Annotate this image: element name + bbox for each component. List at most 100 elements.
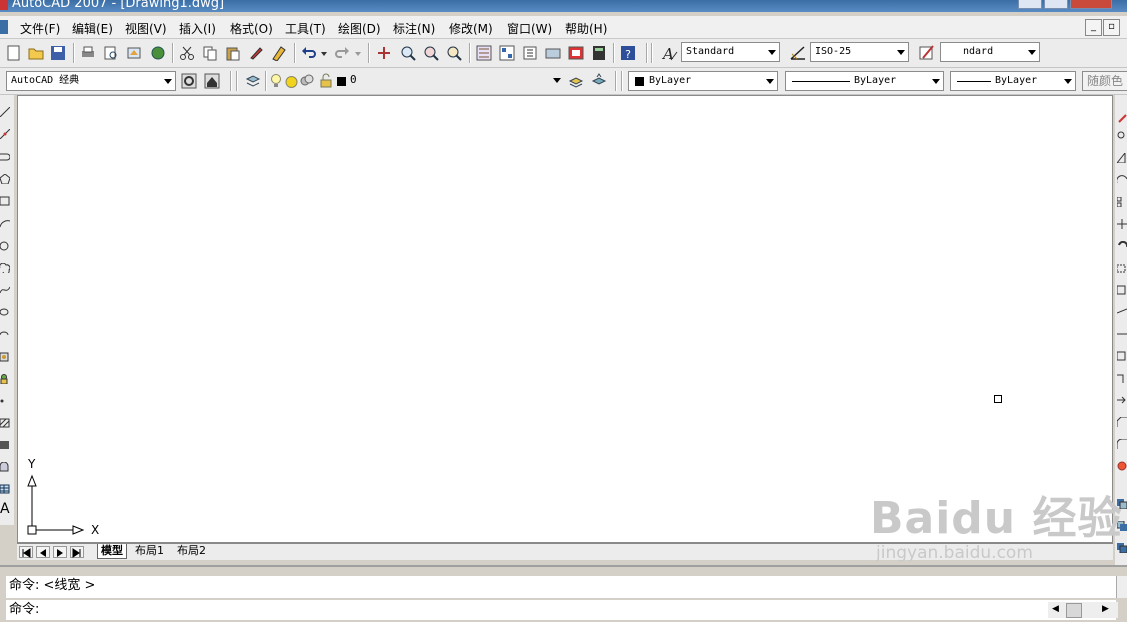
rectangle-icon[interactable]: [0, 196, 10, 206]
dimension-style-icon[interactable]: [789, 44, 807, 62]
next-tab-button[interactable]: [53, 546, 67, 558]
rotate-icon[interactable]: [1117, 241, 1127, 251]
window-close-button[interactable]: [1070, 0, 1112, 9]
print-preview-icon[interactable]: [103, 45, 119, 61]
menu-help[interactable]: 帮助(H): [565, 20, 607, 37]
drawing-canvas[interactable]: Y X: [17, 95, 1113, 543]
ellipse-arc-icon[interactable]: [0, 330, 10, 340]
polyline-icon[interactable]: [0, 152, 10, 162]
paste-icon[interactable]: [225, 45, 241, 61]
erase-icon[interactable]: [1117, 113, 1127, 123]
menu-insert[interactable]: 插入(I): [179, 20, 216, 37]
block-editor-icon[interactable]: [271, 45, 287, 61]
window-maximize-button[interactable]: [1044, 0, 1068, 9]
publish-icon[interactable]: [126, 45, 142, 61]
help-icon[interactable]: ?: [620, 45, 636, 61]
point-icon[interactable]: [0, 396, 10, 406]
polygon-icon[interactable]: [0, 174, 10, 184]
command-horizontal-scrollbar[interactable]: ◀ ▶: [1048, 602, 1118, 618]
open-icon[interactable]: [28, 45, 44, 61]
command-history-scrollbar[interactable]: [1116, 576, 1127, 598]
command-input[interactable]: 命令:: [6, 600, 1116, 620]
spline-icon[interactable]: [0, 285, 10, 295]
tab-layout1[interactable]: 布局1: [135, 544, 164, 558]
color-control-dropdown[interactable]: ByLayer: [628, 71, 778, 91]
multiline-text-icon[interactable]: A: [0, 501, 10, 517]
zoom-window-icon[interactable]: [423, 45, 439, 61]
stretch-icon[interactable]: [1117, 285, 1127, 295]
match-properties-icon[interactable]: [248, 45, 264, 61]
menu-format[interactable]: 格式(O): [230, 20, 273, 37]
array-icon[interactable]: [1117, 197, 1127, 207]
undo-dropdown-icon[interactable]: [320, 47, 328, 59]
zoom-previous-icon[interactable]: [446, 45, 462, 61]
mirror-icon[interactable]: [1117, 153, 1127, 163]
zoom-realtime-icon[interactable]: [400, 45, 416, 61]
scroll-thumb[interactable]: [1066, 603, 1082, 618]
extend-icon[interactable]: [1117, 329, 1127, 339]
save-icon[interactable]: [50, 45, 66, 61]
menu-window[interactable]: 窗口(W): [507, 20, 552, 37]
move-icon[interactable]: [1117, 219, 1127, 229]
redo-dropdown-icon[interactable]: [354, 47, 362, 59]
sheet-set-manager-icon[interactable]: [545, 45, 561, 61]
line-icon[interactable]: [0, 107, 10, 117]
redo-icon[interactable]: [334, 45, 350, 61]
menu-file[interactable]: 文件(F): [20, 20, 60, 37]
markup-set-manager-icon[interactable]: [568, 45, 584, 61]
circle-icon[interactable]: [0, 241, 10, 251]
gradient-icon[interactable]: [0, 440, 10, 450]
make-object-layer-current-icon[interactable]: [568, 73, 584, 89]
lineweight-control-dropdown[interactable]: ByLayer: [950, 71, 1076, 91]
fillet-icon[interactable]: [1117, 439, 1127, 449]
layer-dropdown[interactable]: 0: [264, 71, 564, 91]
quickcalc-icon[interactable]: [591, 45, 607, 61]
break-icon[interactable]: [1117, 373, 1127, 383]
menu-modify[interactable]: 修改(M): [449, 20, 493, 37]
trim-icon[interactable]: [1117, 307, 1127, 317]
region-icon[interactable]: [0, 462, 10, 472]
menu-edit[interactable]: 编辑(E): [72, 20, 113, 37]
print-icon[interactable]: [80, 45, 96, 61]
linetype-control-dropdown[interactable]: ByLayer: [785, 71, 944, 91]
chamfer-icon[interactable]: [1117, 417, 1127, 427]
tab-layout2[interactable]: 布局2: [177, 544, 206, 558]
properties-icon[interactable]: [476, 45, 492, 61]
last-tab-button[interactable]: [70, 546, 84, 558]
text-style-icon[interactable]: A: [661, 44, 679, 62]
explode-icon[interactable]: [1117, 461, 1127, 471]
scale-icon[interactable]: [1117, 263, 1127, 273]
workspace-settings-icon[interactable]: [181, 73, 197, 89]
menu-draw[interactable]: 绘图(D): [338, 20, 381, 37]
offset-icon[interactable]: [1117, 175, 1127, 185]
my-workspace-icon[interactable]: [204, 73, 220, 89]
scroll-left-icon[interactable]: ◀: [1052, 604, 1059, 614]
mdi-minimize-button[interactable]: _: [1085, 19, 1102, 36]
layer-previous-icon[interactable]: [591, 73, 607, 89]
copy-object-icon[interactable]: [1117, 131, 1127, 141]
first-tab-button[interactable]: [19, 546, 33, 558]
construction-line-icon[interactable]: [0, 129, 10, 139]
plot-style-dropdown[interactable]: 随颜色: [1082, 71, 1127, 91]
prev-tab-button[interactable]: [36, 546, 50, 558]
pan-realtime-icon[interactable]: [376, 45, 392, 61]
join-icon[interactable]: [1117, 395, 1127, 405]
3d-dwf-icon[interactable]: [150, 45, 166, 61]
copy-icon[interactable]: [202, 45, 218, 61]
mdi-restore-button[interactable]: ▫: [1103, 19, 1120, 36]
menu-view[interactable]: 视图(V): [125, 20, 167, 37]
make-block-icon[interactable]: [0, 374, 10, 384]
new-icon[interactable]: [6, 45, 22, 61]
window-minimize-button[interactable]: [1018, 0, 1042, 9]
tool-palettes-icon[interactable]: [522, 45, 538, 61]
menu-tools[interactable]: 工具(T): [285, 20, 326, 37]
layer-properties-icon[interactable]: [245, 73, 261, 89]
break-at-point-icon[interactable]: [1117, 351, 1127, 361]
table-icon[interactable]: [0, 484, 10, 494]
menu-dimension[interactable]: 标注(N): [393, 20, 435, 37]
table-style-icon[interactable]: [918, 44, 936, 62]
text-style-dropdown[interactable]: Standard: [681, 42, 780, 62]
workspace-dropdown[interactable]: AutoCAD 经典: [6, 71, 176, 91]
hatch-icon[interactable]: [0, 418, 10, 428]
tab-model[interactable]: 模型: [97, 544, 127, 559]
